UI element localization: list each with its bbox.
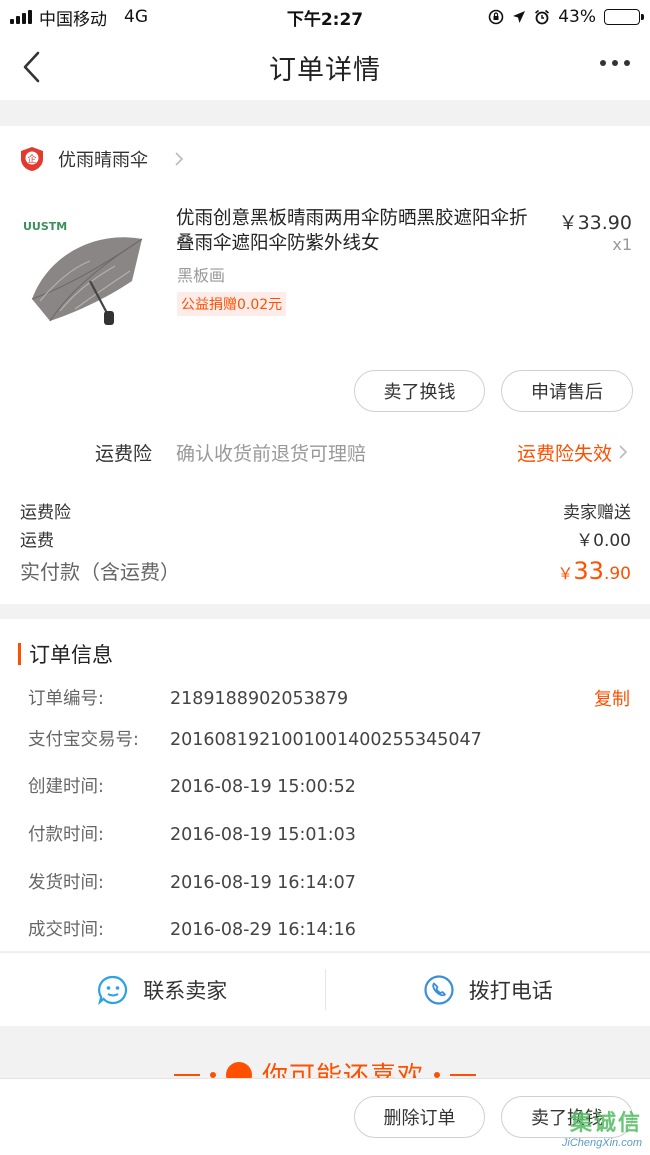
chevron-right-icon [619, 445, 628, 459]
product-quantity: x1 [612, 235, 632, 254]
order-number: 2189188902053879 [170, 689, 349, 709]
location-icon [513, 11, 526, 23]
order-info-title: 订单信息 [29, 643, 113, 667]
sell-button[interactable]: 卖了换钱 [354, 370, 485, 412]
divider [209, 1071, 216, 1078]
carrier-name: 中国移动 [39, 9, 107, 30]
alipay-trade-row: 支付宝交易号: 2016081921001001400255345047 [28, 730, 482, 750]
more-dots-icon[interactable] [600, 60, 630, 66]
watermark-url: JiChengXin.com [561, 1137, 642, 1149]
divider [434, 1071, 440, 1078]
recommend-header: 你可能还喜欢 [0, 1026, 650, 1081]
contact-seller-button[interactable]: 联系卖家 [0, 953, 325, 1026]
total-paid-value: ￥33.90 [557, 557, 631, 585]
divider [173, 1073, 200, 1076]
fee-shipping-value: ￥0.00 [576, 531, 631, 551]
insurance-label: 运费险 [95, 442, 153, 465]
fee-insurance-label: 运费险 [20, 503, 71, 523]
completed-time-row: 成交时间: 2016-08-29 16:14:16 [28, 920, 356, 940]
shop-logo-icon: 企 [21, 147, 43, 171]
chevron-left-icon[interactable] [18, 49, 48, 85]
bottom-action-bar: 删除订单 卖了换钱 集诚信 JiChengXin.com [0, 1078, 650, 1155]
order-info-header: 订单信息 [18, 639, 113, 669]
order-item-card: 企 优雨晴雨伞 UUSTM 优雨创意黑板晴雨两用伞防晒黑胶遮阳伞折叠雨伞遮阳伞防… [0, 126, 650, 604]
product-title[interactable]: 优雨创意黑板晴雨两用伞防晒黑胶遮阳伞折叠雨伞遮阳伞防紫外线女 [176, 206, 536, 256]
donation-badge: 公益捐赠0.02元 [177, 292, 287, 316]
insurance-status: 运费险失效 [516, 442, 612, 465]
contact-seller-label: 联系卖家 [143, 978, 228, 1003]
created-time-row: 创建时间: 2016-08-19 15:00:52 [28, 777, 356, 797]
signal-icon [10, 10, 32, 24]
chevron-right-icon [175, 152, 184, 166]
svg-text:企: 企 [27, 153, 36, 165]
total-paid-line: 实付款（含运费） ￥33.90 [20, 556, 631, 585]
call-phone-label: 拨打电话 [468, 978, 553, 1003]
shipped-time-row: 发货时间: 2016-08-19 16:14:07 [28, 873, 356, 893]
nav-bar: 订单详情 [0, 34, 650, 100]
page-title: 订单详情 [269, 54, 381, 86]
watermark-text: 集诚信 [569, 1111, 642, 1136]
order-info-card: 订单信息 订单编号: 2189188902053879 复制 支付宝交易号: 201… [0, 619, 650, 951]
order-number-row: 订单编号: 2189188902053879 [28, 689, 349, 709]
fee-insurance-value: 卖家赠送 [563, 503, 631, 523]
alarm-icon [535, 9, 550, 25]
battery-percent: 43% [558, 7, 596, 27]
after-sale-button[interactable]: 申请售后 [501, 370, 633, 412]
contact-bar: 联系卖家 拨打电话 [0, 952, 650, 1026]
product-price: ￥33.90 [558, 212, 632, 234]
clock: 下午2:27 [286, 9, 364, 30]
divider [450, 1073, 476, 1076]
status-bar: 中国移动 4G 下午2:27 43% [0, 0, 650, 34]
fee-shipping-line: 运费 ￥0.00 [20, 526, 631, 551]
orientation-lock-icon [488, 9, 504, 25]
shop-name: 优雨晴雨伞 [58, 150, 148, 171]
paid-time-row: 付款时间: 2016-08-19 15:01:03 [28, 825, 356, 845]
battery-icon [604, 9, 644, 25]
watermark-logo: 集诚信 JiChengXin.com [562, 1105, 642, 1149]
total-paid-label: 实付款（含运费） [20, 560, 180, 584]
insurance-description: 确认收货前退货可理赔 [176, 442, 367, 465]
copy-button[interactable]: 复制 [594, 685, 630, 711]
call-phone-button[interactable]: 拨打电话 [326, 953, 650, 1026]
product-image[interactable]: UUSTM [20, 211, 150, 341]
brand-mark: UUSTM [23, 220, 67, 233]
chat-icon [98, 975, 128, 1005]
phone-icon [424, 974, 454, 1005]
network-type: 4G [124, 7, 148, 27]
section-accent-bar [18, 643, 21, 665]
delete-order-button[interactable]: 删除订单 [354, 1096, 485, 1138]
product-sku: 黑板画 [177, 266, 226, 285]
shipping-insurance-row[interactable]: 运费险 确认收货前退货可理赔 运费险失效 [0, 432, 650, 472]
fee-shipping-label: 运费 [20, 531, 54, 551]
fee-insurance-line: 运费险 卖家赠送 [20, 498, 631, 523]
shop-header[interactable]: 企 优雨晴雨伞 [20, 146, 184, 172]
